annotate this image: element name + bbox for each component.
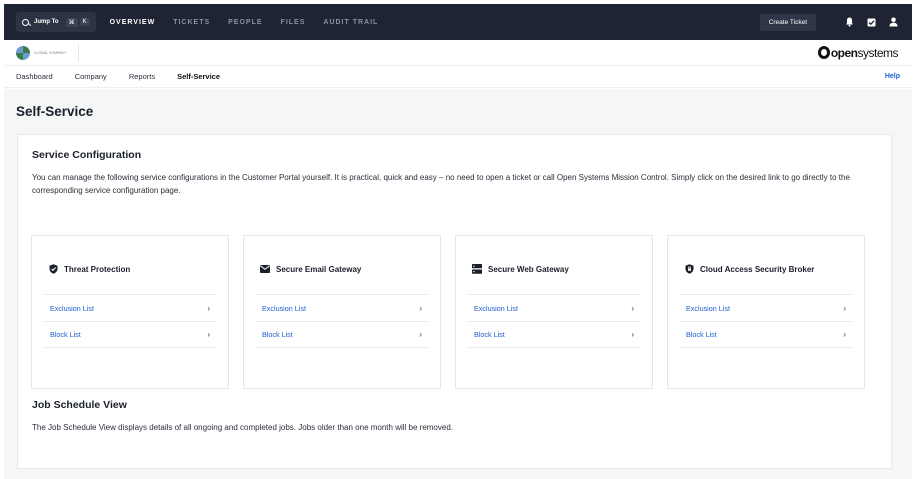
nav-files[interactable]: FILES [281,19,306,26]
chevron-right-icon: › [207,330,210,339]
service-configuration-heading: Service Configuration [32,149,142,161]
brand-row: GLOBAL COMPANY opensystems [4,40,912,66]
chevron-right-icon: › [631,330,634,339]
kbd-k: K [79,18,90,26]
create-ticket-button[interactable]: Create Ticket [759,13,816,31]
link-label: Block List [50,330,81,339]
jump-to-label: Jump To [34,19,59,25]
subnav-self-service[interactable]: Self-Service [177,72,220,81]
server-icon [472,264,482,274]
exclusion-list-link[interactable]: Exclusion List › [256,294,428,321]
self-service-panel: Service Configuration You can manage the… [17,134,892,469]
chevron-right-icon: › [207,303,210,313]
open-systems-logo: opensystems [817,45,898,60]
nav-overview[interactable]: OVERVIEW [110,19,156,26]
link-label: Exclusion List [686,303,730,313]
link-label: Block List [686,330,717,339]
jump-to-search[interactable]: Jump To ⌘ K [16,12,96,32]
chevron-right-icon: › [843,330,846,339]
card-cloud-access-security-broker: Cloud Access Security Broker Exclusion L… [667,235,865,389]
company-logo[interactable]: GLOBAL COMPANY [16,43,80,62]
sub-navigation: Dashboard Company Reports Self-Service H… [4,66,912,88]
block-list-link[interactable]: Block List › [256,321,428,348]
card-title: Secure Web Gateway [488,264,569,274]
job-schedule-text: The Job Schedule View displays details o… [32,423,453,432]
job-schedule-heading: Job Schedule View [32,399,127,411]
service-configuration-text: You can manage the following service con… [32,173,850,195]
chevron-right-icon: › [419,330,422,339]
bell-icon[interactable] [842,15,856,29]
logo-text-open: open [830,45,858,60]
kbd-cmd: ⌘ [65,17,78,27]
logo-ring-icon [817,46,830,59]
search-icon [22,18,29,26]
exclusion-list-link[interactable]: Exclusion List › [44,294,216,321]
subnav-reports[interactable]: Reports [129,72,155,81]
block-list-link[interactable]: Block List › [468,321,640,348]
company-name: GLOBAL COMPANY [34,50,67,55]
tasks-check-icon[interactable] [864,15,878,29]
card-secure-web-gateway: Secure Web Gateway Exclusion List › Block… [455,235,653,389]
card-title: Threat Protection [64,264,131,274]
card-title: Cloud Access Security Broker [700,264,815,274]
chevron-right-icon: › [419,303,422,313]
envelope-icon [260,264,270,274]
card-secure-email-gateway: Secure Email Gateway Exclusion List › Blo… [243,235,441,389]
subnav-dashboard[interactable]: Dashboard [16,72,53,81]
block-list-link[interactable]: Block List › [680,321,852,348]
user-icon[interactable] [886,15,900,29]
main-content: Self-Service Service Configuration You c… [4,89,912,479]
main-nav: OVERVIEW TICKETS PEOPLE FILES AUDIT TRAI… [110,19,397,26]
chevron-right-icon: › [843,303,846,313]
shield-check-icon [48,264,58,274]
link-label: Exclusion List [262,303,306,313]
link-label: Block List [262,330,293,339]
help-link[interactable]: Help [885,73,900,80]
logo-text-systems: systems [857,45,898,60]
subnav-company[interactable]: Company [75,72,107,81]
shield-lock-icon [684,264,694,274]
block-list-link[interactable]: Block List › [44,321,216,348]
nav-tickets[interactable]: TICKETS [173,19,210,26]
top-right-actions: Create Ticket [759,13,900,31]
exclusion-list-link[interactable]: Exclusion List › [680,294,852,321]
nav-audit-trail[interactable]: AUDIT TRAIL [323,19,378,26]
chevron-right-icon: › [631,303,634,313]
page-title: Self-Service [16,104,94,119]
globe-icon [16,45,30,60]
top-navigation-bar: Jump To ⌘ K OVERVIEW TICKETS PEOPLE FILE… [4,4,912,40]
card-threat-protection: Threat Protection Exclusion List › Block … [31,235,229,389]
card-title: Secure Email Gateway [276,264,362,274]
link-label: Block List [474,330,505,339]
nav-people[interactable]: PEOPLE [228,19,262,26]
link-label: Exclusion List [50,303,94,313]
exclusion-list-link[interactable]: Exclusion List › [468,294,640,321]
link-label: Exclusion List [474,303,518,313]
